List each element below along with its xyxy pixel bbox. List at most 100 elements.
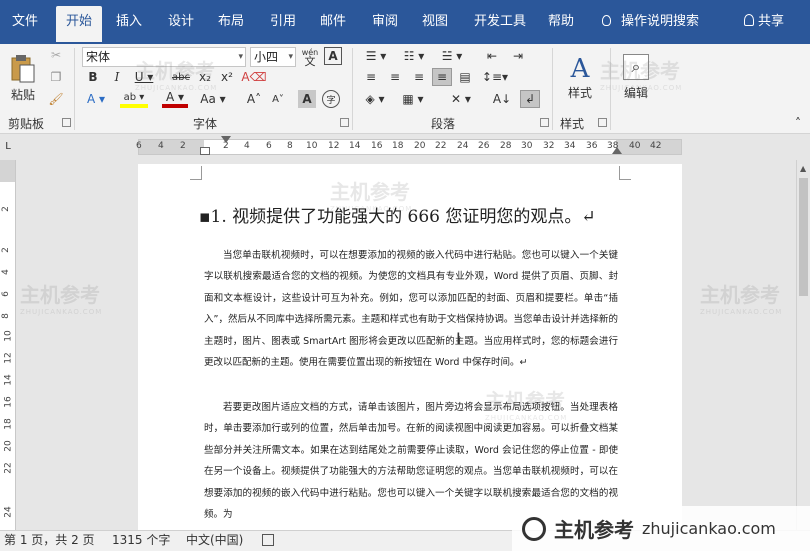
numbering-button[interactable]: ☷ ▾	[398, 47, 430, 65]
tab-file[interactable]: 文件	[6, 6, 44, 42]
ruler-tick: 14	[349, 141, 361, 151]
collapse-ribbon-icon[interactable]: ˄	[790, 116, 806, 130]
ruler-tick: 6	[0, 291, 11, 297]
clear-format-icon[interactable]: A⌫	[241, 68, 266, 86]
align-left-button[interactable]: ≡	[362, 68, 380, 86]
paste-icon	[11, 54, 35, 82]
group-label-clipboard: 剪贴板	[8, 117, 45, 131]
justify-button[interactable]: ≡	[432, 68, 452, 86]
paste-button[interactable]: 粘贴	[6, 48, 40, 108]
shrink-font-button[interactable]: A˅	[268, 90, 288, 108]
copy-icon[interactable]: ❐	[47, 68, 65, 86]
italic-button[interactable]: I	[108, 68, 126, 86]
align-center-button[interactable]: ≡	[386, 68, 404, 86]
ruler-tick: 4	[158, 141, 164, 151]
font-size-select[interactable]: 小四 ▾	[250, 47, 296, 67]
char-shading-button[interactable]: A	[298, 90, 316, 108]
ruler-tick: 22	[435, 141, 447, 151]
document-page[interactable]: ▪1. 视频提供了功能强大的 666 您证明您的观点。↵ 当您单击联机视频时，可…	[138, 164, 682, 530]
superscript-button[interactable]: x²	[218, 68, 236, 86]
tab-view[interactable]: 视图	[416, 6, 454, 42]
grow-font-button[interactable]: A˄	[244, 90, 264, 108]
shading-button[interactable]: ◈ ▾	[360, 90, 390, 108]
language-indicator[interactable]: 中文(中国)	[186, 531, 243, 550]
styles-launcher[interactable]	[598, 118, 607, 127]
divider	[352, 48, 353, 130]
tell-me-search[interactable]: 操作说明搜索	[602, 6, 699, 38]
document-paragraph[interactable]: 当您单击联机视频时，可以在想要添加的视频的嵌入代码中进行粘贴。您也可以键入一个关…	[204, 245, 618, 373]
tab-design[interactable]: 设计	[162, 6, 200, 42]
word-count[interactable]: 1315 个字	[112, 531, 170, 550]
corner-mark	[190, 166, 202, 180]
chevron-down-icon: ▾	[238, 52, 243, 62]
scroll-up-icon[interactable]: ▲	[800, 164, 806, 173]
ribbon: 粘贴 ✂ ❐ 🖌 剪贴板 宋体 ▾ 小四 ▾ wén 文 A B I U ▾ abc …	[0, 44, 810, 134]
tab-insert[interactable]: 插入	[110, 6, 148, 42]
format-painter-icon[interactable]: 🖌	[47, 90, 65, 108]
tab-help[interactable]: 帮助	[542, 6, 580, 42]
font-launcher[interactable]	[340, 118, 349, 127]
tab-home[interactable]: 开始	[56, 6, 102, 42]
ruler-tick: 2	[180, 141, 186, 151]
vertical-ruler[interactable]: 2 2 4 6 8 10 12 14 16 18 20 22 24	[0, 160, 16, 530]
asian-layout-button[interactable]: ✕ ▾	[446, 90, 476, 108]
ruler-tick: 20	[3, 440, 14, 452]
phonetic-guide-button[interactable]: wén 文	[300, 46, 320, 68]
watermark: 主机参考 ZHUJICANKAO.COM	[700, 283, 783, 316]
divider	[552, 48, 553, 130]
share-button[interactable]: 共享	[744, 6, 784, 38]
ruler-tick: 10	[306, 141, 318, 151]
decrease-indent-button[interactable]: ⇤	[482, 47, 502, 65]
first-line-indent-marker[interactable]	[221, 136, 231, 143]
ruler-tick: 22	[3, 462, 14, 474]
multilevel-list-button[interactable]: ☱ ▾	[436, 47, 468, 65]
borders-button[interactable]: ▦ ▾	[398, 90, 428, 108]
tab-stop-selector[interactable]: L	[2, 140, 14, 152]
ruler-tick: 30	[521, 141, 533, 151]
tab-layout[interactable]: 布局	[212, 6, 250, 42]
paragraph-launcher[interactable]	[540, 118, 549, 127]
line-spacing-button[interactable]: ↕≡▾	[480, 68, 510, 86]
ruler-tick: 12	[3, 352, 14, 364]
ruler-tick: 8	[0, 313, 11, 319]
text-effects-button[interactable]: A ▾	[84, 90, 108, 108]
horizontal-ruler[interactable]: 6 4 2 2 4 6 8 10 12 14 16 18 20 22 24 26…	[136, 136, 682, 155]
ruler-tick: 16	[371, 141, 383, 151]
tab-developer[interactable]: 开发工具	[468, 6, 532, 42]
change-case-button[interactable]: Aa ▾	[198, 90, 228, 108]
font-color-button[interactable]: A ▾	[162, 90, 188, 108]
cut-icon[interactable]: ✂	[47, 46, 65, 64]
enclose-char-button[interactable]: 字	[322, 90, 340, 108]
ruler-tick: 18	[3, 418, 14, 430]
group-label-paragraph: 段落	[431, 117, 456, 131]
increase-indent-button[interactable]: ⇥	[508, 47, 528, 65]
highlight-button[interactable]: ab ▾	[120, 90, 148, 108]
bold-button[interactable]: B	[84, 68, 102, 86]
tab-review[interactable]: 审阅	[366, 6, 404, 42]
tab-mailings[interactable]: 邮件	[314, 6, 352, 42]
left-indent-marker[interactable]	[200, 147, 210, 155]
ruler-tick: 28	[500, 141, 512, 151]
sort-button[interactable]: A↓	[492, 90, 512, 108]
ruler-tick: 34	[564, 141, 576, 151]
clipboard-launcher[interactable]	[62, 118, 71, 127]
styles-button[interactable]: A 样式	[560, 48, 600, 106]
watermark: 主机参考 ZHUJICANKAO.COM	[330, 180, 413, 213]
scroll-thumb[interactable]	[799, 178, 808, 296]
ruler-tick: 4	[0, 269, 11, 275]
ruler-tick: 2	[0, 247, 11, 253]
show-marks-button[interactable]: ↲	[520, 90, 540, 108]
tab-references[interactable]: 引用	[264, 6, 302, 42]
ruler-tick: 32	[543, 141, 555, 151]
watermark: 主机参考 ZHUJICANKAO.COM	[20, 283, 103, 316]
right-indent-marker[interactable]	[612, 147, 622, 154]
watermark: 主机参考 ZHUJICANKAO.COM	[600, 59, 683, 92]
styles-icon: A	[570, 53, 590, 84]
distributed-button[interactable]: ▤	[456, 68, 474, 86]
macro-record-icon[interactable]	[262, 534, 274, 546]
page-count[interactable]: 第 1 页，共 2 页	[4, 531, 95, 550]
align-right-button[interactable]: ≡	[410, 68, 428, 86]
bullets-button[interactable]: ☰ ▾	[360, 47, 392, 65]
vertical-scrollbar[interactable]: ▲	[796, 160, 810, 530]
char-border-button[interactable]: A	[324, 47, 342, 65]
